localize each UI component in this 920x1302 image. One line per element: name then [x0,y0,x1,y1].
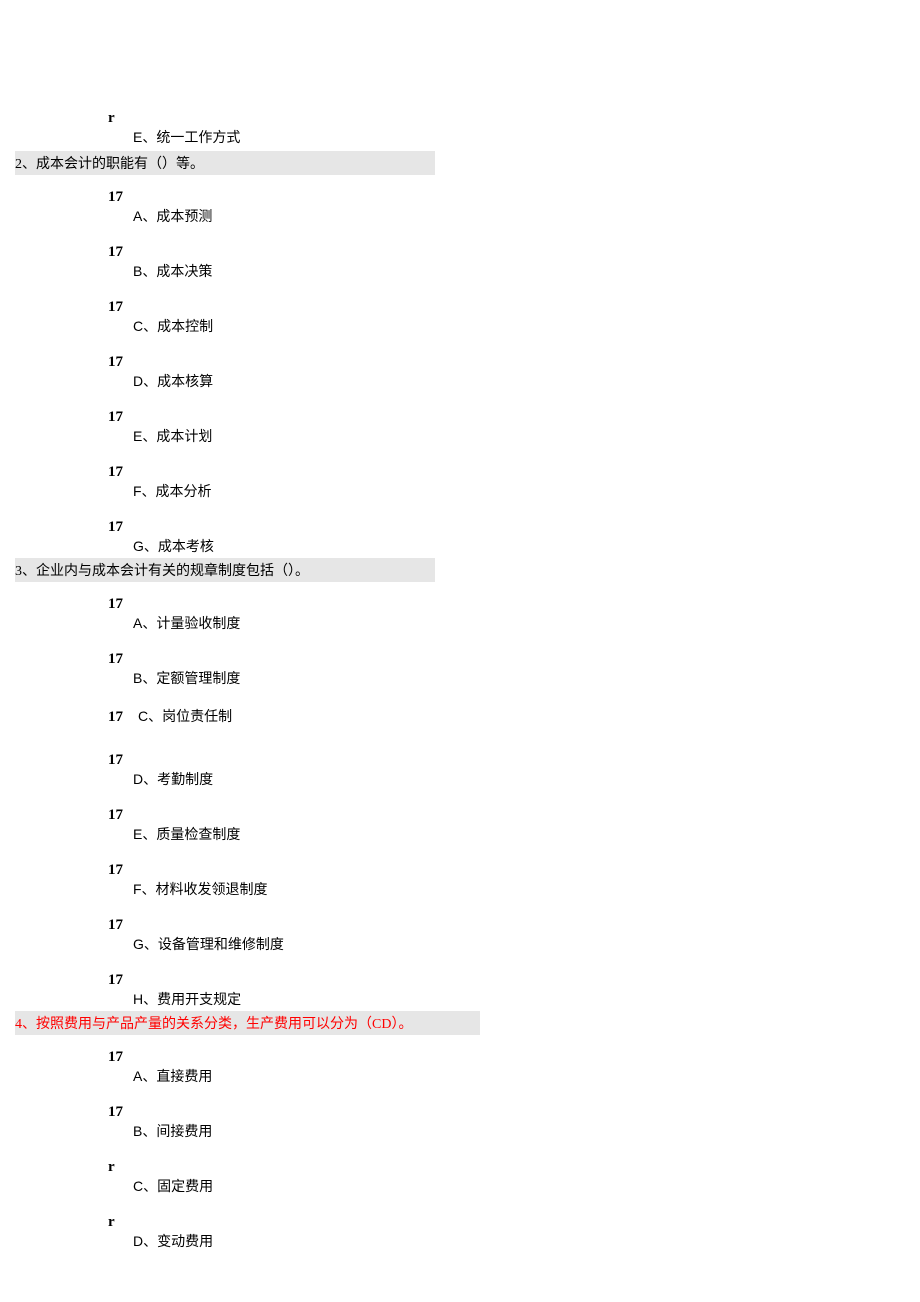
question-4-title: 4、按照费用与产品产量的关系分类，生产费用可以分为（CD）。 [15,1011,480,1035]
option-marker: 17 [108,651,133,668]
option-row: 17 F、材料收发领退制度 [15,862,920,899]
option-marker: 17 [108,917,133,934]
option-marker: 17 [108,596,133,613]
option-text: A、成本预测 [108,206,920,226]
option-marker: 17 [108,807,133,824]
option-row: 17 D、考勤制度 [15,752,920,789]
option-marker: 17 [108,862,133,879]
option-marker: 17 [108,409,133,426]
option-marker: 17 [108,1049,133,1066]
option-row: 17 G、成本考核 [15,519,920,556]
option-row: 17 B、成本决策 [15,244,920,281]
option-marker: 17 [108,709,138,726]
option-row: 17 G、设备管理和维修制度 [15,917,920,954]
option-row: 17 H、费用开支规定 [15,972,920,1009]
option-text: E、统一工作方式 [108,127,920,147]
question-2-title: 2、成本会计的职能有（）等。 [15,151,435,175]
option-row: 17 A、计量验收制度 [15,596,920,633]
option-text: G、成本考核 [108,536,920,556]
option-text: H、费用开支规定 [108,989,920,1009]
option-text: E、质量检查制度 [108,824,920,844]
option-text: C、岗位责任制 [138,706,232,726]
option-text: C、固定费用 [108,1176,920,1196]
option-marker: 17 [108,464,133,481]
option-row: 17 E、成本计划 [15,409,920,446]
option-row: 17 A、直接费用 [15,1049,920,1086]
option-text: G、设备管理和维修制度 [108,934,920,954]
option-marker: 17 [108,299,133,316]
option-row: r E、统一工作方式 [15,110,920,147]
option-text: E、成本计划 [108,426,920,446]
option-row: 17 C、岗位责任制 [15,706,920,726]
option-text: C、成本控制 [108,316,920,336]
option-text: F、材料收发领退制度 [108,879,920,899]
option-text: D、成本核算 [108,371,920,391]
option-row: r D、变动费用 [15,1214,920,1251]
option-marker: 17 [108,354,133,371]
option-text: B、间接费用 [108,1121,920,1141]
option-marker: 17 [108,519,133,536]
option-row: 17 A、成本预测 [15,189,920,226]
option-row: 17 E、质量检查制度 [15,807,920,844]
option-row: r C、固定费用 [15,1159,920,1196]
option-row: 17 B、定额管理制度 [15,651,920,688]
option-marker: r [108,110,133,127]
option-marker: r [108,1214,133,1231]
option-row: 17 D、成本核算 [15,354,920,391]
option-marker: r [108,1159,133,1176]
document-container: r E、统一工作方式 2、成本会计的职能有（）等。 17 A、成本预测 17 B… [0,0,920,1251]
option-text: D、变动费用 [108,1231,920,1251]
option-text: D、考勤制度 [108,769,920,789]
option-row: 17 B、间接费用 [15,1104,920,1141]
option-text: B、定额管理制度 [108,668,920,688]
option-marker: 17 [108,752,133,769]
question-3-title: 3、企业内与成本会计有关的规章制度包括（）。 [15,558,435,582]
option-marker: 17 [108,1104,133,1121]
option-text: B、成本决策 [108,261,920,281]
option-text: F、成本分析 [108,481,920,501]
option-marker: 17 [108,244,133,261]
option-marker: 17 [108,189,133,206]
option-text: A、计量验收制度 [108,613,920,633]
option-row: 17 F、成本分析 [15,464,920,501]
option-marker: 17 [108,972,133,989]
option-row: 17 C、成本控制 [15,299,920,336]
option-text: A、直接费用 [108,1066,920,1086]
